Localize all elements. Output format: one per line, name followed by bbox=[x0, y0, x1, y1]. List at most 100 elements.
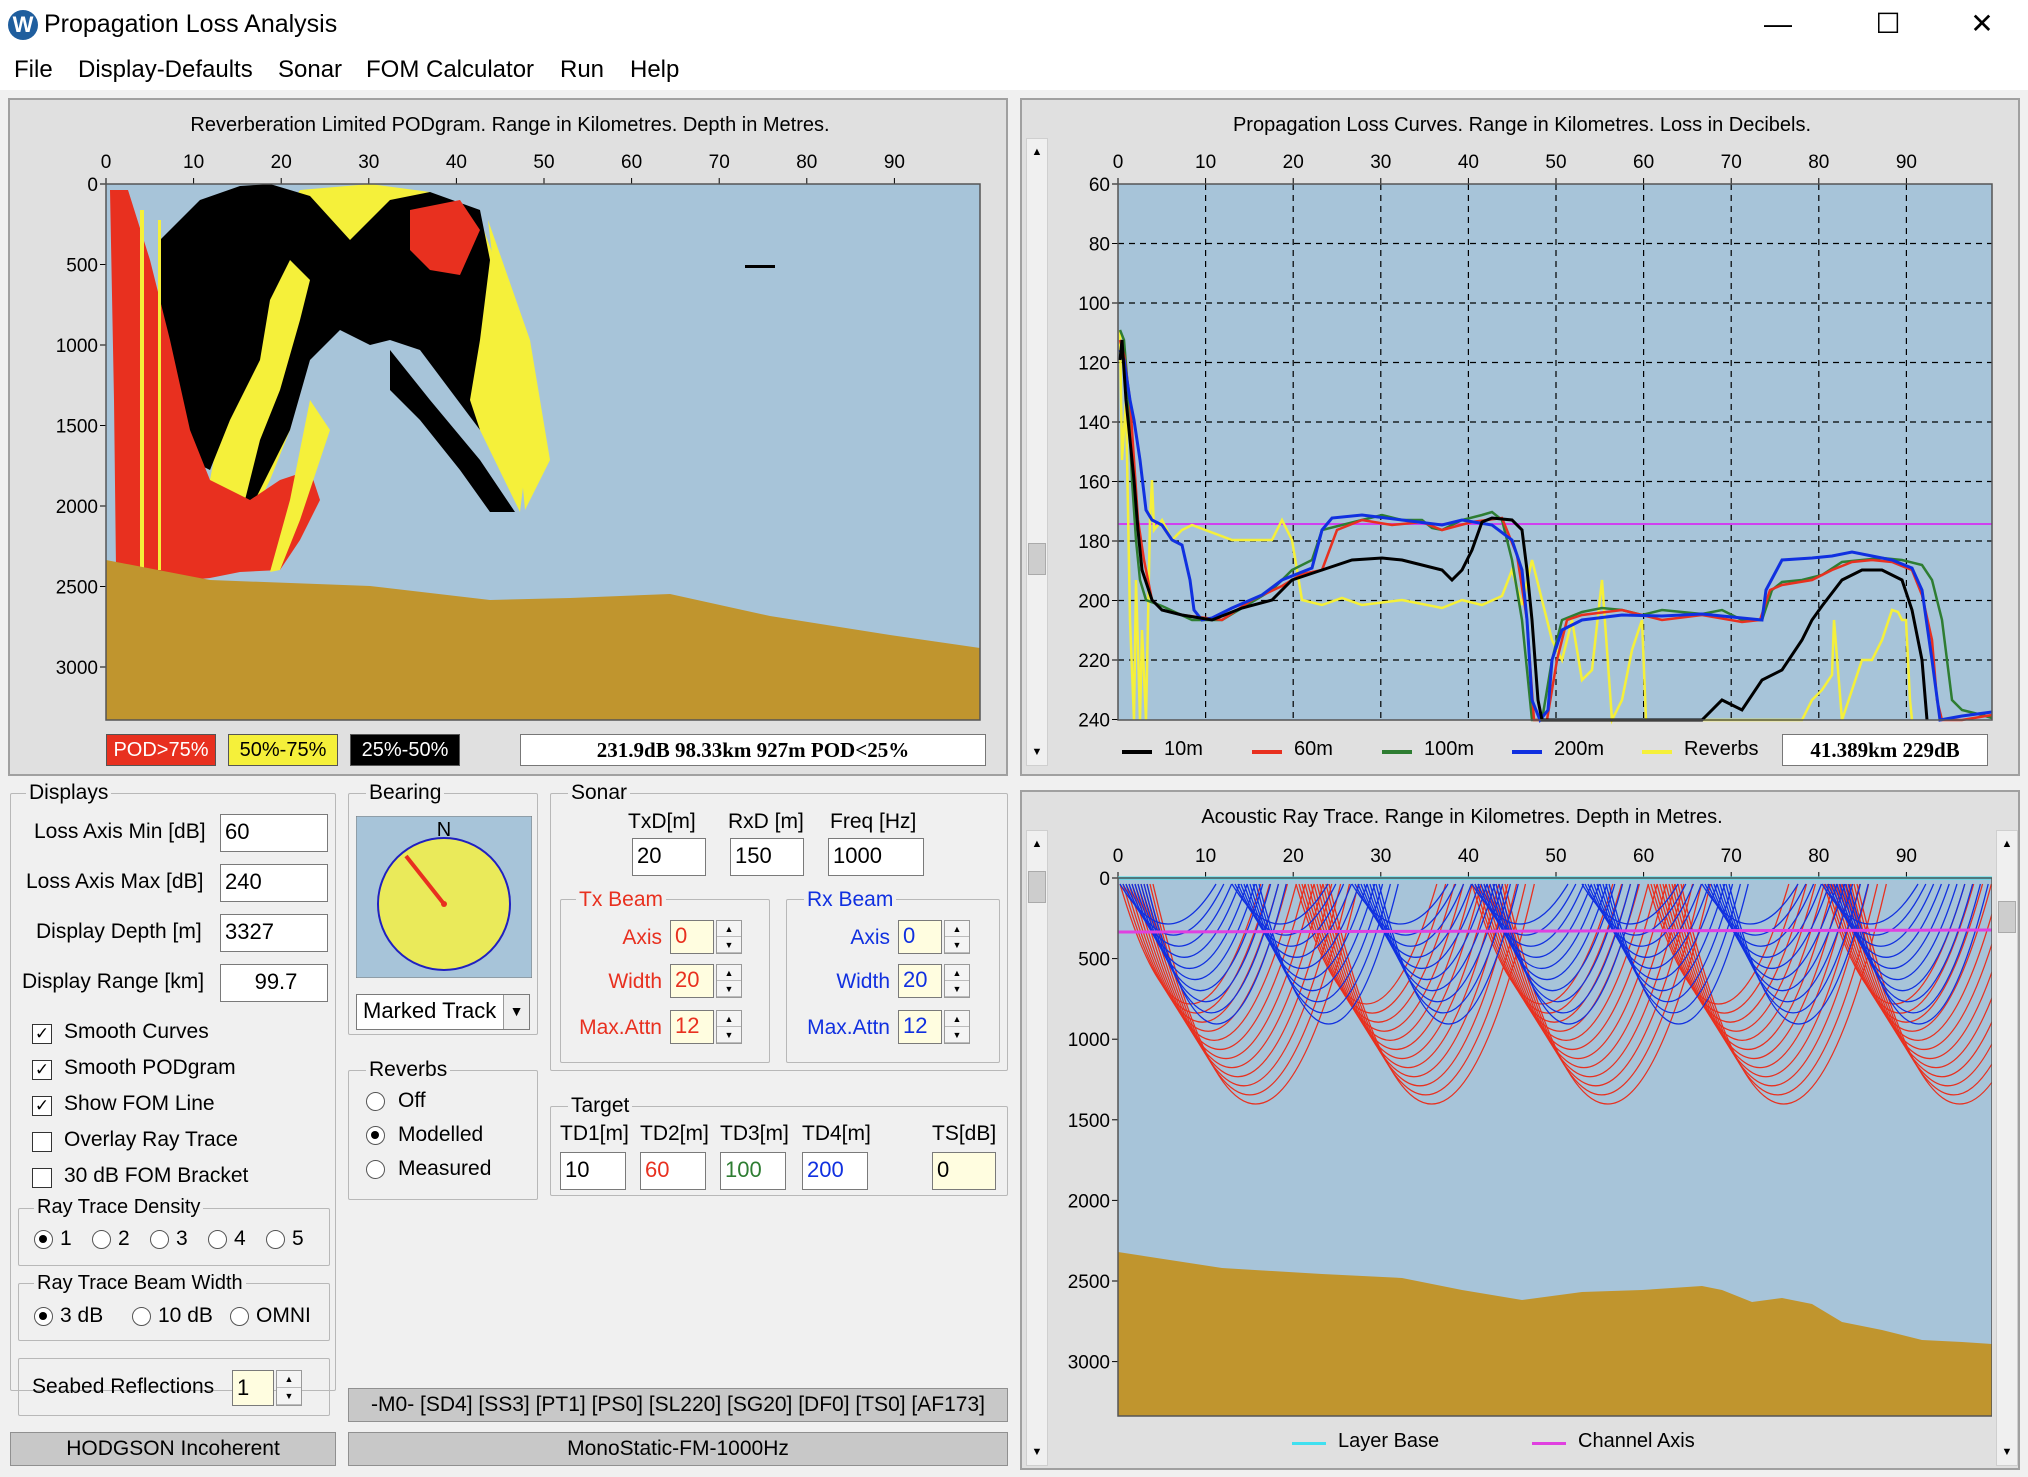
radio-button[interactable] bbox=[34, 1230, 53, 1249]
ray-trace-plot[interactable]: 0 10 20 30 40 50 60 70 80 90 0 500 1000 1500 2000 2500… bbox=[1022, 792, 1992, 1472]
loss-curves-plot[interactable]: 0 10 20 30 40 50 60 70 80 90 60 80 100 120 140 160 180 2… bbox=[1022, 100, 2022, 778]
legend-label: 60m bbox=[1294, 738, 1333, 760]
menu-file[interactable]: File bbox=[14, 56, 53, 84]
compass-north-label: N bbox=[437, 819, 451, 841]
tx-maxattn-spinner[interactable]: ▲ ▼ bbox=[716, 1010, 742, 1044]
y-tick-label: 240 bbox=[1078, 711, 1110, 732]
display-range-input[interactable]: 99.7 bbox=[220, 964, 328, 1002]
menu-sonar[interactable]: Sonar bbox=[278, 56, 342, 84]
checkbox-label: Overlay Ray Trace bbox=[64, 1128, 238, 1151]
y-tick-label: 220 bbox=[1078, 651, 1110, 672]
checkbox[interactable] bbox=[32, 1132, 52, 1152]
radio-button[interactable] bbox=[230, 1307, 249, 1326]
y-tick-label: 1000 bbox=[56, 336, 98, 357]
loss-min-input[interactable]: 60 bbox=[220, 814, 328, 852]
txd-input[interactable]: 20 bbox=[632, 838, 706, 876]
radio-button[interactable] bbox=[150, 1230, 169, 1249]
y-tick-label: 3000 bbox=[56, 658, 98, 679]
checkbox[interactable]: ✓ bbox=[32, 1096, 52, 1116]
rx-width-input[interactable]: 20 bbox=[898, 964, 942, 998]
x-tick-label: 40 bbox=[1458, 152, 1479, 173]
legend-label: 10m bbox=[1164, 738, 1203, 760]
rx-maxattn-input[interactable]: 12 bbox=[898, 1010, 942, 1044]
reverbs-title: Reverbs bbox=[366, 1058, 451, 1082]
target-input[interactable]: 200 bbox=[802, 1152, 868, 1190]
target-label: TS[dB] bbox=[932, 1122, 997, 1145]
x-tick-label: 0 bbox=[1113, 846, 1124, 867]
y-tick-label: 1500 bbox=[56, 417, 98, 438]
radio-button[interactable] bbox=[366, 1126, 385, 1145]
rx-width-spinner[interactable]: ▲ ▼ bbox=[944, 964, 970, 998]
menu-display-defaults[interactable]: Display-Defaults bbox=[78, 56, 253, 84]
x-tick-label: 90 bbox=[884, 152, 905, 173]
y-tick-label: 2000 bbox=[1068, 1191, 1110, 1212]
maximize-button[interactable]: ☐ bbox=[1858, 6, 1918, 42]
loss-max-input[interactable]: 240 bbox=[220, 864, 328, 902]
ray-trace-right-scrollbar[interactable]: ▲ ▼ bbox=[1996, 830, 2018, 1466]
radio-button[interactable] bbox=[266, 1230, 285, 1249]
radio-button[interactable] bbox=[208, 1230, 227, 1249]
podgram-black-fleck bbox=[745, 265, 775, 268]
radio-button[interactable] bbox=[92, 1230, 111, 1249]
tx-width-spinner[interactable]: ▲ ▼ bbox=[716, 964, 742, 998]
bearing-compass[interactable]: N bbox=[356, 816, 532, 978]
close-button[interactable]: ✕ bbox=[1952, 6, 2012, 42]
rx-maxattn-spinner[interactable]: ▲ ▼ bbox=[944, 1010, 970, 1044]
scroll-thumb[interactable] bbox=[1998, 901, 2016, 933]
target-input[interactable]: 10 bbox=[560, 1152, 626, 1190]
scroll-up-icon[interactable]: ▲ bbox=[1997, 831, 2017, 857]
podgram-yellow-streak-2 bbox=[158, 220, 161, 570]
podgram-plot[interactable]: 0 10 20 30 40 50 60 70 80 90 0 500 1000 1500 2000 2500… bbox=[10, 100, 1010, 778]
x-tick-label: 10 bbox=[1195, 846, 1216, 867]
seabed-spinner[interactable]: ▲ ▼ bbox=[276, 1370, 302, 1406]
loss-y-axis: 60 80 100 120 140 160 180 200 220 240 bbox=[1078, 175, 1118, 732]
x-tick-label: 50 bbox=[1545, 152, 1566, 173]
y-tick-label: 140 bbox=[1078, 413, 1110, 434]
legend-label: 200m bbox=[1554, 738, 1605, 760]
x-tick-label: 60 bbox=[621, 152, 642, 173]
rx-axis-spinner[interactable]: ▲ ▼ bbox=[944, 920, 970, 954]
scroll-down-icon[interactable]: ▼ bbox=[1997, 1439, 2017, 1465]
checkbox-label: 30 dB FOM Bracket bbox=[64, 1164, 249, 1187]
seabed-input[interactable]: 1 bbox=[232, 1370, 274, 1406]
menu-help[interactable]: Help bbox=[630, 56, 679, 84]
rx-width-label: Width bbox=[836, 970, 890, 993]
target-label: TD4[m] bbox=[802, 1122, 871, 1145]
target-input[interactable]: 60 bbox=[640, 1152, 706, 1190]
radio-button[interactable] bbox=[132, 1307, 151, 1326]
tx-width-input[interactable]: 20 bbox=[670, 964, 714, 998]
checkbox[interactable]: ✓ bbox=[32, 1060, 52, 1080]
rx-axis-input[interactable]: 0 bbox=[898, 920, 942, 954]
legend-label: Reverbs bbox=[1684, 738, 1759, 760]
minimize-button[interactable]: — bbox=[1748, 6, 1808, 42]
rxd-input[interactable]: 150 bbox=[730, 838, 804, 876]
y-tick-label: 500 bbox=[1078, 950, 1110, 971]
radio-button[interactable] bbox=[366, 1160, 385, 1179]
freq-input[interactable]: 1000 bbox=[828, 838, 924, 876]
chevron-down-icon[interactable]: ▼ bbox=[503, 995, 529, 1029]
ray-density-title: Ray Trace Density bbox=[34, 1196, 204, 1219]
y-tick-label: 80 bbox=[1089, 235, 1110, 256]
tx-axis-spinner[interactable]: ▲ ▼ bbox=[716, 920, 742, 954]
target-input[interactable]: 100 bbox=[720, 1152, 786, 1190]
tx-axis-input[interactable]: 0 bbox=[670, 920, 714, 954]
checkbox-label: Show FOM Line bbox=[64, 1092, 215, 1115]
podgram-legend-pod50: 50%-75% bbox=[228, 734, 338, 766]
checkbox[interactable] bbox=[32, 1168, 52, 1188]
radio-button[interactable] bbox=[34, 1307, 53, 1326]
y-tick-label: 0 bbox=[1099, 869, 1110, 890]
radio-label: Off bbox=[398, 1089, 426, 1112]
tx-maxattn-input[interactable]: 12 bbox=[670, 1010, 714, 1044]
x-tick-label: 30 bbox=[1370, 152, 1391, 173]
target-input[interactable]: 0 bbox=[932, 1152, 996, 1190]
podgram-panel: Reverberation Limited PODgram. Range in … bbox=[8, 98, 1008, 776]
menu-fom-calculator[interactable]: FOM Calculator bbox=[366, 56, 534, 84]
radio-button[interactable] bbox=[366, 1092, 385, 1111]
podgram-legend-pod25: 25%-50% bbox=[350, 734, 460, 766]
checkbox[interactable]: ✓ bbox=[32, 1024, 52, 1044]
x-tick-label: 70 bbox=[709, 152, 730, 173]
rxd-label: RxD [m] bbox=[728, 810, 804, 833]
menu-run[interactable]: Run bbox=[560, 56, 604, 84]
bearing-select[interactable]: Marked Track ▼ bbox=[356, 994, 530, 1030]
display-depth-input[interactable]: 3327 bbox=[220, 914, 328, 952]
